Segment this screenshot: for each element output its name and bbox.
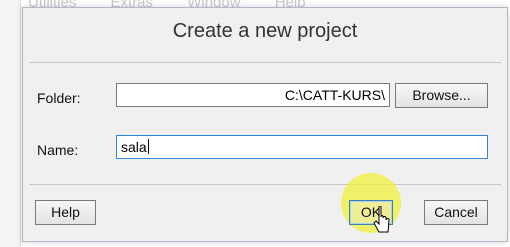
- name-field[interactable]: sala: [116, 135, 488, 159]
- text-caret: [147, 139, 149, 154]
- button-divider: [29, 184, 501, 185]
- name-field-value: sala: [121, 139, 147, 155]
- dialog-title: Create a new project: [172, 20, 358, 42]
- background-window-edge: [0, 0, 21, 247]
- mouse-pointer-icon: [373, 206, 390, 233]
- title-divider: [29, 62, 501, 63]
- name-label: Name:: [37, 142, 79, 158]
- create-project-dialog: Create a new project Folder: C:\CATT-KUR…: [22, 7, 508, 242]
- browse-button[interactable]: Browse...: [395, 83, 488, 108]
- folder-label: Folder:: [37, 90, 81, 106]
- cancel-button[interactable]: Cancel: [424, 200, 488, 225]
- folder-field[interactable]: C:\CATT-KURS\: [116, 83, 390, 107]
- help-button[interactable]: Help: [35, 200, 96, 225]
